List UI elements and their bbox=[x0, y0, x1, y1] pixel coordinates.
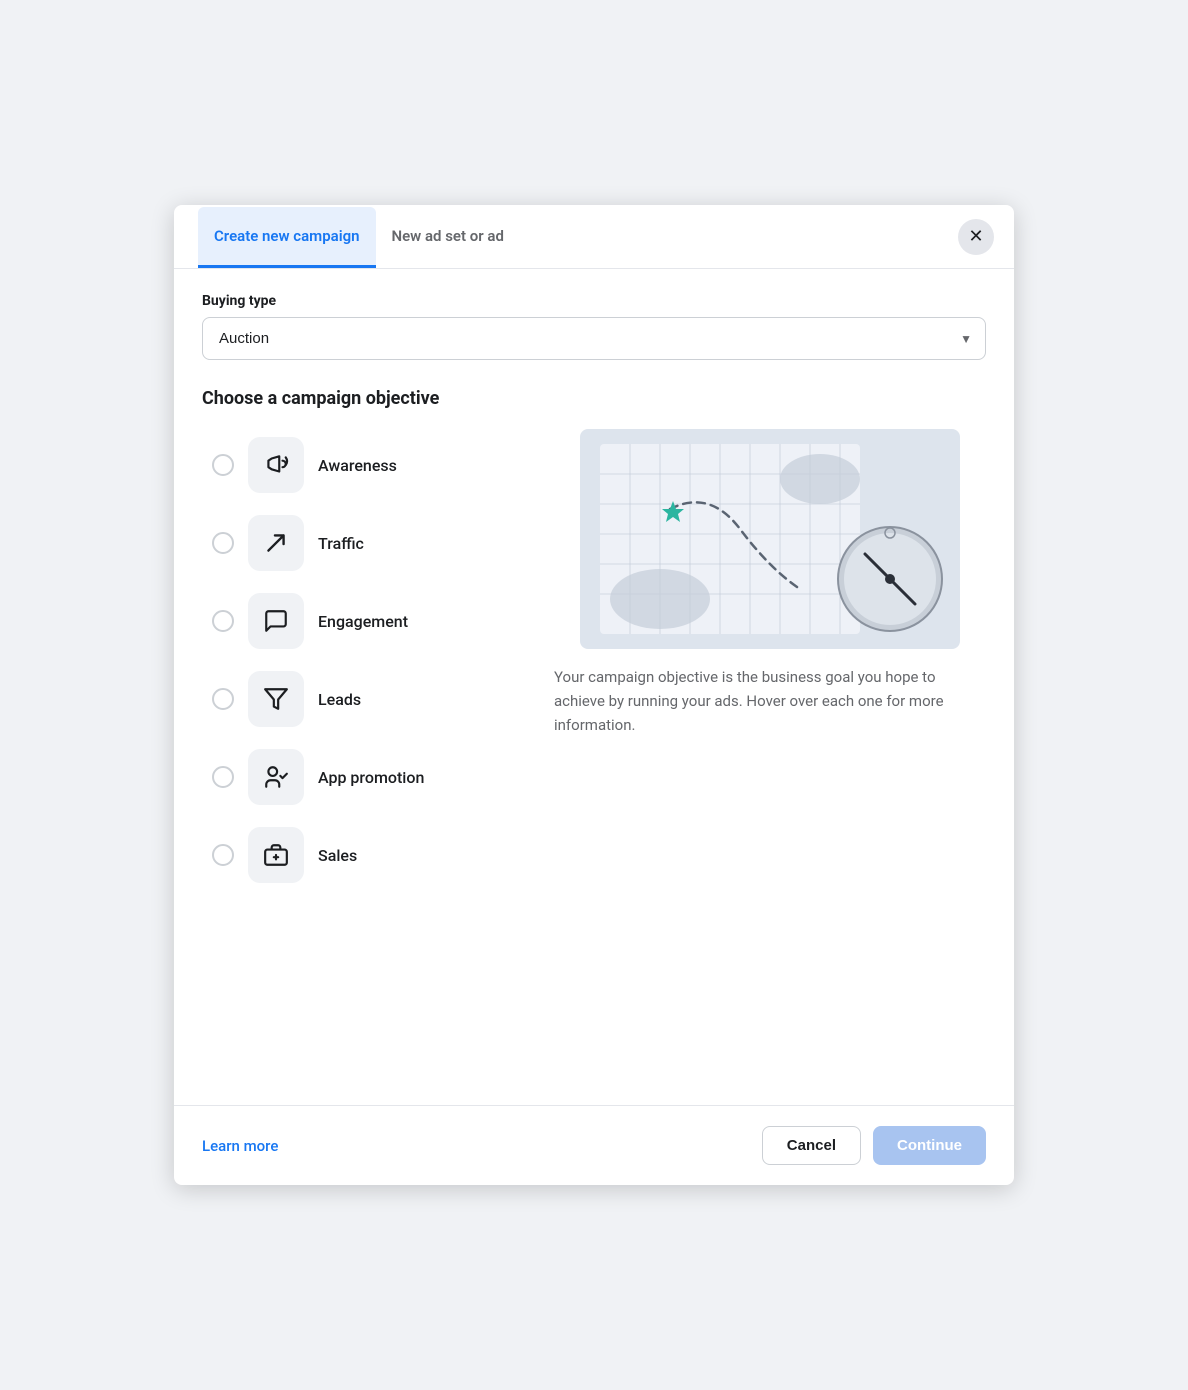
map-illustration bbox=[554, 429, 986, 649]
engagement-icon bbox=[263, 608, 289, 634]
sales-icon bbox=[263, 842, 289, 868]
radio-engagement[interactable] bbox=[212, 610, 234, 632]
sales-label: Sales bbox=[318, 846, 357, 865]
radio-sales[interactable] bbox=[212, 844, 234, 866]
buying-type-select-wrapper: Auction Reach and Frequency ▼ bbox=[202, 317, 986, 360]
leads-label: Leads bbox=[318, 690, 361, 709]
footer-buttons: Cancel Continue bbox=[762, 1126, 986, 1165]
objective-description: Your campaign objective is the business … bbox=[554, 665, 986, 737]
modal-body: Buying type Auction Reach and Frequency … bbox=[174, 269, 1014, 1105]
objective-section-title: Choose a campaign objective bbox=[202, 388, 986, 409]
traffic-icon bbox=[263, 530, 289, 556]
buying-type-select[interactable]: Auction Reach and Frequency bbox=[202, 317, 986, 360]
tab-new-ad-set[interactable]: New ad set or ad bbox=[376, 207, 520, 268]
radio-awareness[interactable] bbox=[212, 454, 234, 476]
traffic-icon-box bbox=[248, 515, 304, 571]
engagement-icon-box bbox=[248, 593, 304, 649]
modal-header: Create new campaign New ad set or ad ✕ bbox=[174, 205, 1014, 269]
objective-item-leads[interactable]: Leads bbox=[202, 663, 522, 735]
app-promotion-icon bbox=[263, 764, 289, 790]
awareness-label: Awareness bbox=[318, 456, 397, 475]
app-promotion-icon-box bbox=[248, 749, 304, 805]
objective-layout: Awareness Traffic bbox=[202, 429, 986, 891]
radio-app-promotion[interactable] bbox=[212, 766, 234, 788]
radio-leads[interactable] bbox=[212, 688, 234, 710]
buying-type-label: Buying type bbox=[202, 293, 986, 309]
tab-create-campaign[interactable]: Create new campaign bbox=[198, 207, 376, 268]
leads-icon bbox=[263, 686, 289, 712]
learn-more-link[interactable]: Learn more bbox=[202, 1137, 278, 1155]
leads-icon-box bbox=[248, 671, 304, 727]
engagement-label: Engagement bbox=[318, 612, 408, 631]
radio-traffic[interactable] bbox=[212, 532, 234, 554]
traffic-label: Traffic bbox=[318, 534, 364, 553]
continue-button[interactable]: Continue bbox=[873, 1126, 986, 1165]
modal-footer: Learn more Cancel Continue bbox=[174, 1105, 1014, 1185]
objective-item-sales[interactable]: Sales bbox=[202, 819, 522, 891]
close-button[interactable]: ✕ bbox=[958, 219, 994, 255]
app-promotion-label: App promotion bbox=[318, 768, 424, 787]
objective-info-panel: Your campaign objective is the business … bbox=[554, 429, 986, 891]
create-campaign-modal: Create new campaign New ad set or ad ✕ B… bbox=[174, 205, 1014, 1185]
awareness-icon-box bbox=[248, 437, 304, 493]
awareness-icon bbox=[263, 452, 289, 478]
cancel-button[interactable]: Cancel bbox=[762, 1126, 861, 1165]
map-svg bbox=[554, 429, 986, 649]
objective-item-traffic[interactable]: Traffic bbox=[202, 507, 522, 579]
objective-item-app-promotion[interactable]: App promotion bbox=[202, 741, 522, 813]
objective-list: Awareness Traffic bbox=[202, 429, 522, 891]
objective-item-engagement[interactable]: Engagement bbox=[202, 585, 522, 657]
objective-item-awareness[interactable]: Awareness bbox=[202, 429, 522, 501]
sales-icon-box bbox=[248, 827, 304, 883]
